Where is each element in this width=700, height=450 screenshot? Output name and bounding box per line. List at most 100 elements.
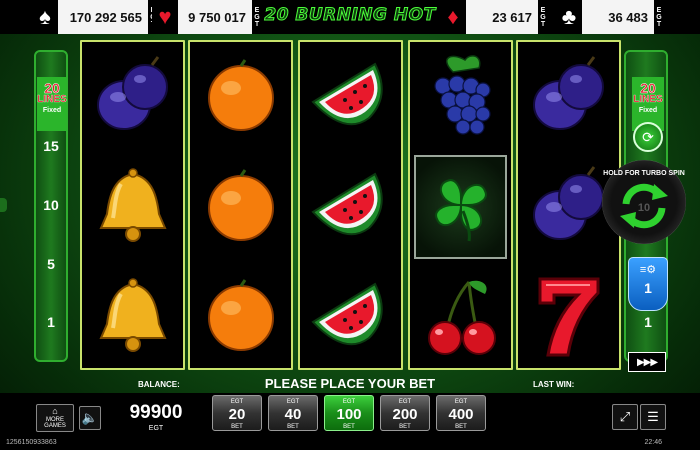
orange-symbol bbox=[190, 42, 291, 150]
diamond-icon: ♦ bbox=[440, 0, 466, 34]
fullscreen-icon: ⤢ bbox=[619, 409, 631, 424]
bet-value: 40 bbox=[284, 406, 302, 423]
plum-symbol bbox=[82, 42, 183, 150]
bet-button-400[interactable]: EGT 400 BET bbox=[436, 395, 486, 431]
line-number: 1 bbox=[644, 314, 652, 330]
watermelon-symbol bbox=[300, 262, 401, 370]
coin-stack-icon: ≡⚙ bbox=[639, 264, 657, 276]
clover-icon bbox=[434, 179, 487, 242]
lines-word: LINES bbox=[37, 94, 67, 105]
reel-2 bbox=[188, 40, 293, 370]
lines-count: 20 bbox=[640, 80, 656, 96]
home-icon: ⌂ bbox=[52, 406, 58, 416]
clover-symbol bbox=[414, 155, 507, 259]
bet-label: BET bbox=[455, 424, 467, 430]
jackpot-hearts: ♥ 9 750 017 EGT bbox=[152, 0, 264, 34]
denomination-value: 1 bbox=[644, 280, 652, 296]
left-arrow-icon bbox=[0, 198, 7, 212]
bet-brand: EGT bbox=[342, 399, 356, 405]
left-lines-panel: 20 LINES Fixed 15 10 5 1 bbox=[34, 50, 68, 362]
sound-button[interactable]: 🔈 bbox=[79, 406, 101, 430]
lines-label: 20 LINES Fixed bbox=[37, 77, 67, 131]
denomination-panel[interactable]: ≡⚙ 1 bbox=[628, 257, 668, 311]
status-bar: 1256150933863 22:46 bbox=[0, 437, 700, 450]
orange-icon bbox=[207, 279, 274, 351]
lines-word: LINES bbox=[633, 94, 663, 105]
reel-4 bbox=[408, 40, 513, 370]
watermelon-icon bbox=[310, 62, 383, 126]
club-icon: ♣ bbox=[556, 0, 582, 34]
seven-symbol bbox=[518, 262, 619, 370]
orange-icon bbox=[207, 59, 274, 131]
bet-button-100[interactable]: EGT 100 BET bbox=[324, 395, 374, 431]
bet-value: 100 bbox=[336, 406, 362, 423]
plum-icon bbox=[532, 56, 604, 130]
jackpot-value: 36 483 bbox=[608, 9, 648, 25]
bell-symbol bbox=[82, 152, 183, 260]
menu-button[interactable]: ☰ bbox=[640, 404, 666, 430]
bet-button-40[interactable]: EGT 40 BET bbox=[268, 395, 318, 431]
hamburger-menu-icon: ☰ bbox=[647, 409, 659, 424]
watermelon-icon bbox=[310, 282, 383, 346]
line-number: 5 bbox=[47, 256, 55, 272]
speaker-icon: 🔈 bbox=[81, 410, 99, 425]
autoplay-button[interactable]: ⟳ bbox=[633, 122, 663, 152]
more-games-button[interactable]: ⌂ MORE GAMES bbox=[36, 404, 74, 432]
plum-icon bbox=[532, 166, 604, 240]
watermelon-symbol bbox=[300, 152, 401, 260]
line-number: 1 bbox=[47, 314, 55, 330]
jackpot-spades: ♠ 170 292 565 EGT bbox=[32, 0, 160, 34]
bet-brand: EGT bbox=[230, 399, 244, 405]
line-number: 15 bbox=[43, 138, 59, 154]
status-message: PLEASE PLACE YOUR BET bbox=[264, 376, 436, 391]
bell-symbol bbox=[82, 262, 183, 370]
seven-icon bbox=[538, 277, 599, 357]
bell-icon bbox=[98, 168, 167, 242]
cherries-icon bbox=[427, 280, 496, 355]
fullscreen-button[interactable]: ⤢ bbox=[612, 404, 638, 430]
balance-value: 99900 bbox=[129, 402, 183, 423]
jackpot-clubs: ♣ 36 483 EGT bbox=[556, 0, 666, 34]
bet-label: BET bbox=[399, 424, 411, 430]
orange-symbol bbox=[190, 262, 291, 370]
line-number: 10 bbox=[43, 197, 59, 213]
grapes-icon bbox=[433, 55, 491, 135]
spade-icon: ♠ bbox=[32, 0, 58, 34]
bet-button-20[interactable]: EGT 20 BET bbox=[212, 395, 262, 431]
bet-button-200[interactable]: EGT 200 BET bbox=[380, 395, 430, 431]
grapes-symbol bbox=[410, 42, 511, 150]
bet-brand: EGT bbox=[454, 399, 468, 405]
bet-label: BET bbox=[287, 424, 299, 430]
lines-count: 20 bbox=[44, 80, 60, 96]
spin-ghost-number: 10 bbox=[638, 202, 650, 214]
bet-brand: EGT bbox=[286, 399, 300, 405]
session-id: 1256150933863 bbox=[6, 439, 57, 446]
spin-button[interactable]: HOLD FOR TURBO SPIN 10 bbox=[602, 160, 686, 244]
bet-label: BET bbox=[343, 424, 355, 430]
balance-currency: EGT bbox=[148, 425, 164, 432]
cherries-symbol bbox=[410, 262, 511, 370]
orange-icon bbox=[207, 169, 274, 241]
bet-value: 400 bbox=[448, 406, 474, 423]
autoplay-icon: ⟳ bbox=[642, 128, 654, 145]
speed-button[interactable]: ▶▶▶ bbox=[628, 352, 666, 372]
heart-icon: ♥ bbox=[152, 0, 178, 34]
plum-symbol bbox=[518, 42, 619, 150]
bell-icon bbox=[98, 278, 167, 352]
reel-3 bbox=[298, 40, 403, 370]
orange-symbol bbox=[190, 152, 291, 260]
bet-value: 200 bbox=[392, 406, 418, 423]
bet-brand: EGT bbox=[398, 399, 412, 405]
balance-label: BALANCE: bbox=[138, 380, 180, 389]
more-games-line2: GAMES bbox=[44, 423, 66, 430]
watermelon-icon bbox=[310, 172, 383, 236]
reel-1 bbox=[80, 40, 185, 370]
spin-arrows-icon: 10 bbox=[620, 183, 668, 229]
game-title: 20 BURNING HOT bbox=[264, 5, 436, 26]
spin-hint: HOLD FOR TURBO SPIN bbox=[603, 170, 685, 177]
jackpot-bar: ♠ 170 292 565 EGT ♥ 9 750 017 EGT 20 BUR… bbox=[0, 0, 700, 34]
bet-label: BET bbox=[231, 424, 243, 430]
jackpot-diamonds: ♦ 23 617 EGT bbox=[440, 0, 550, 34]
bet-value: 20 bbox=[228, 406, 246, 423]
jackpot-value: 23 617 bbox=[492, 9, 532, 25]
